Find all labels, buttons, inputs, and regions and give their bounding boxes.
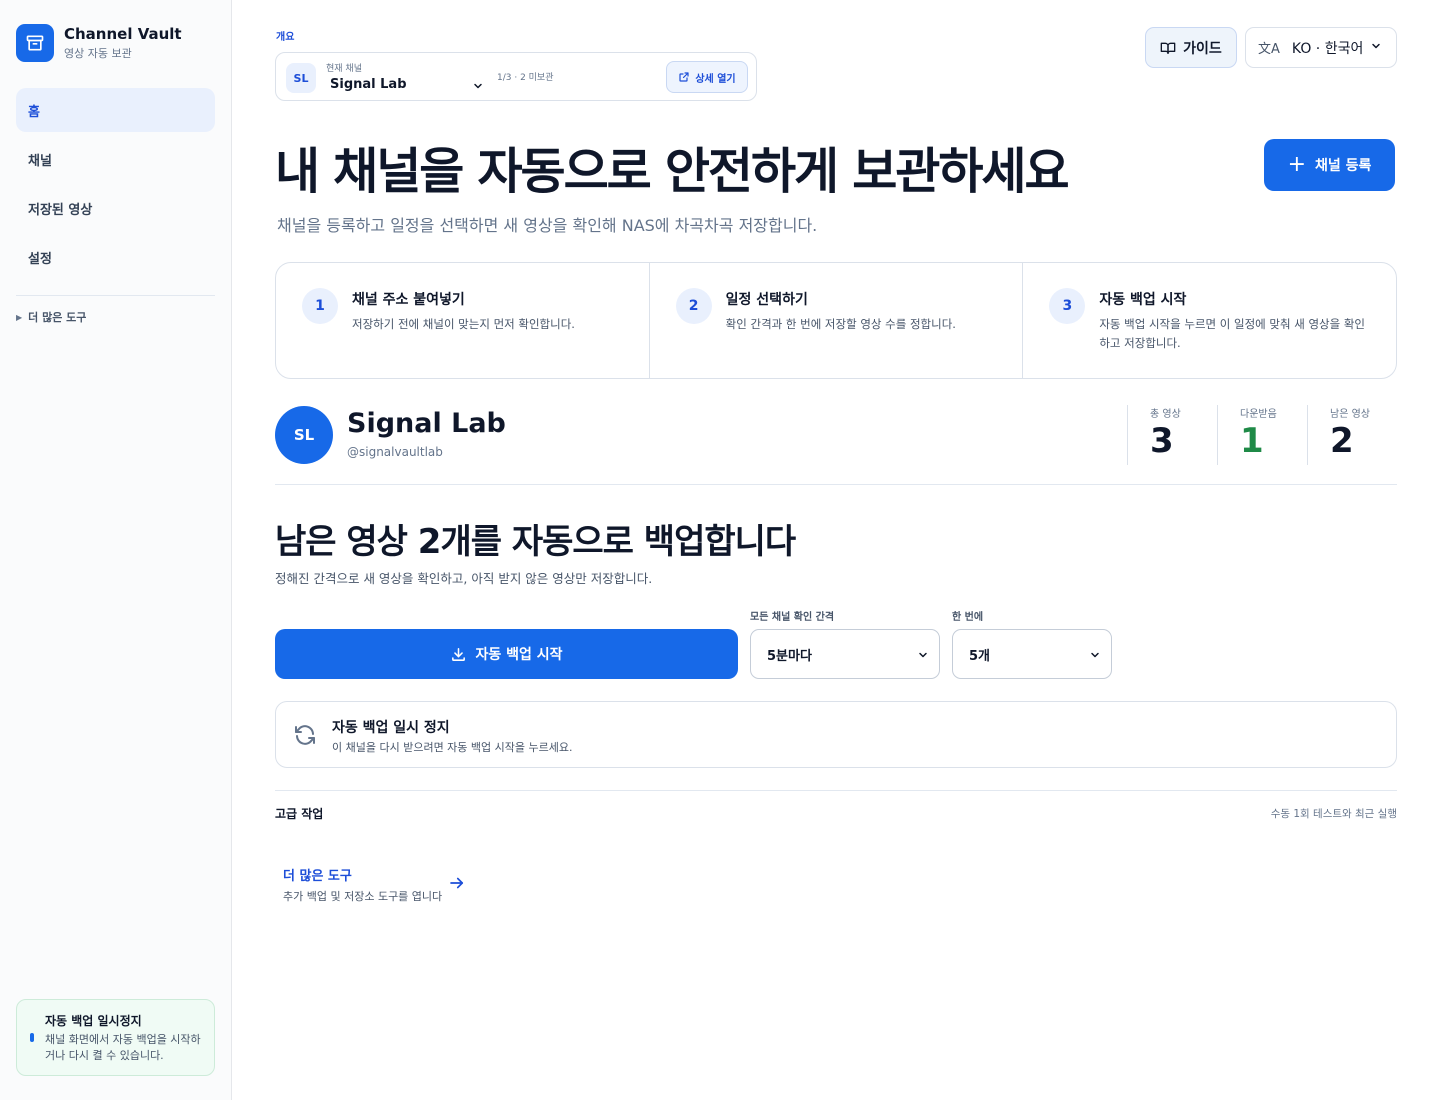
step-title: 채널 주소 붙여넣기 [352,292,465,308]
open-details-button[interactable]: 상세 열기 [666,61,748,93]
chevron-down-icon [917,649,929,665]
step-description: 저장하기 전에 채널이 맞는지 먼저 확인합니다. [352,317,575,331]
stat-remaining: 남은 영상 2 [1307,405,1397,465]
register-channel-button[interactable]: + 채널 등록 [1264,139,1395,191]
language-label: KO · 한국어 [1291,40,1364,57]
backup-title: 남은 영상 2개를 자동으로 백업합니다 [275,522,796,562]
channel-picker[interactable]: SL 현재 채널 Signal Lab 1/3 · 2 미보관 상세 열기 [275,52,757,101]
interval-label: 모든 채널 확인 간격 [750,612,835,623]
stat-total-videos: 총 영상 3 [1127,405,1217,465]
onboarding-steps: 1 채널 주소 붙여넣기 저장하기 전에 채널이 맞는지 먼저 확인합니다. 2… [275,262,1397,379]
sidebar-nav: 홈 채널 저장된 영상 설정 [16,88,215,284]
open-details-label: 상세 열기 [695,73,736,85]
pause-card-description: 채널 화면에서 자동 백업을 시작하거나 다시 켤 수 있습니다. [45,1033,201,1062]
sidebar-item-settings[interactable]: 설정 [16,235,215,279]
chevron-down-icon [1089,649,1101,665]
stat-label: 총 영상 [1150,409,1181,420]
start-auto-backup-button[interactable]: 자동 백업 시작 [275,629,738,679]
step-description: 확인 간격과 한 번에 저장할 영상 수를 정합니다. [725,317,956,331]
brand-subtitle: 영상 자동 보관 [64,47,132,60]
advanced-note: 수동 1회 테스트와 최근 실행 [1270,808,1397,820]
stat-value: 3 [1150,421,1174,461]
sidebar-item-channels[interactable]: 채널 [16,137,215,181]
batch-label: 한 번에 [952,612,984,623]
step-title: 일정 선택하기 [725,292,808,308]
stat-value: 2 [1330,421,1354,461]
backup-subtitle: 정해진 간격으로 새 영상을 확인하고, 아직 받지 않은 영상만 저장합니다. [275,571,653,586]
interval-select[interactable]: 5분마다 [750,629,940,679]
sidebar-more-tools-label: 더 많은 도구 [28,311,87,324]
backup-status-box: 자동 백업 일시 정지 이 채널을 다시 받으려면 자동 백업 시작을 누르세요… [275,701,1397,768]
guide-button[interactable]: 가이드 [1145,27,1237,68]
step-card: 3 자동 백업 시작 자동 백업 시작을 누르면 이 일정에 맞춰 새 영상을 … [1023,263,1396,378]
divider [275,484,1397,485]
sidebar-more-tools-toggle[interactable]: ▶ 더 많은 도구 [16,309,86,325]
status-indicator [30,1033,34,1042]
batch-size-select[interactable]: 5개 [952,629,1112,679]
external-link-icon [679,72,689,82]
start-auto-backup-label: 자동 백업 시작 [475,647,563,663]
channel-picker-name[interactable]: Signal Lab [330,77,407,92]
brand[interactable]: Channel Vault 영상 자동 보관 [16,24,182,62]
download-icon [452,647,466,661]
stat-label: 다운받음 [1240,409,1277,420]
step-description: 자동 백업 시작을 누르면 이 일정에 맞춰 새 영상을 확인하고 저장합니다. [1099,317,1366,350]
step-number: 1 [302,288,338,324]
archive-icon [16,24,54,62]
status-description: 이 채널을 다시 받으려면 자동 백업 시작을 누르세요. [332,741,573,754]
step-card: 1 채널 주소 붙여넣기 저장하기 전에 채널이 맞는지 먼저 확인합니다. [276,263,650,378]
book-icon [1160,42,1176,54]
refresh-icon [295,725,315,745]
interval-value: 5분마다 [767,648,812,664]
caret-right-icon: ▶ [16,312,23,322]
page-title: 내 채널을 자동으로 안전하게 보관하세요 [275,143,1070,200]
overview-label: 개요 [276,32,295,43]
stat-label: 남은 영상 [1330,409,1370,420]
more-tools-description: 추가 백업 및 저장소 도구를 엽니다 [283,890,443,903]
sidebar-item-saved-videos[interactable]: 저장된 영상 [16,186,215,230]
divider [275,790,1397,791]
register-channel-label: 채널 등록 [1315,158,1372,174]
step-number: 2 [675,288,712,324]
chevron-down-icon [1370,40,1382,56]
step-number: 3 [1049,288,1086,324]
sidebar: Channel Vault 영상 자동 보관 홈 채널 저장된 영상 설정 ▶ … [0,0,232,1100]
advanced-title: 고급 작업 [275,807,324,821]
plus-icon: + [1287,152,1307,177]
status-title: 자동 백업 일시 정지 [332,720,450,736]
guide-label: 가이드 [1183,40,1222,57]
translate-icon: 文A [1258,42,1280,57]
channel-avatar: SL [275,406,333,464]
arrow-right-icon[interactable] [448,874,466,896]
channel-name: Signal Lab [347,408,506,439]
sidebar-item-home[interactable]: 홈 [16,88,215,132]
language-select[interactable]: 文A KO · 한국어 [1245,27,1397,68]
more-tools-title: 더 많은 도구 [283,869,352,884]
pause-card-title: 자동 백업 일시정지 [45,1014,142,1028]
stat-downloaded: 다운받음 1 [1217,405,1307,465]
auto-backup-paused-card: 자동 백업 일시정지 채널 화면에서 자동 백업을 시작하거나 다시 켤 수 있… [16,999,215,1076]
channel-picker-count: 1/3 · 2 미보관 [497,73,554,83]
channel-handle: @signalvaultlab [347,445,443,459]
batch-size-value: 5개 [969,648,991,664]
chevron-down-icon[interactable] [472,77,484,96]
step-card: 2 일정 선택하기 확인 간격과 한 번에 저장할 영상 수를 정합니다. [650,263,1024,378]
channel-picker-label: 현재 채널 [326,64,362,74]
brand-name: Channel Vault [64,25,182,43]
sidebar-divider [16,295,215,296]
page-subtitle: 채널을 등록하고 일정을 선택하면 새 영상을 확인해 NAS에 차곡차곡 저장… [277,216,818,235]
channel-picker-avatar: SL [286,63,316,93]
more-tools-link[interactable]: 더 많은 도구 추가 백업 및 저장소 도구를 엽니다 [283,865,442,904]
step-title: 자동 백업 시작 [1099,292,1187,308]
stat-value: 1 [1240,421,1264,461]
